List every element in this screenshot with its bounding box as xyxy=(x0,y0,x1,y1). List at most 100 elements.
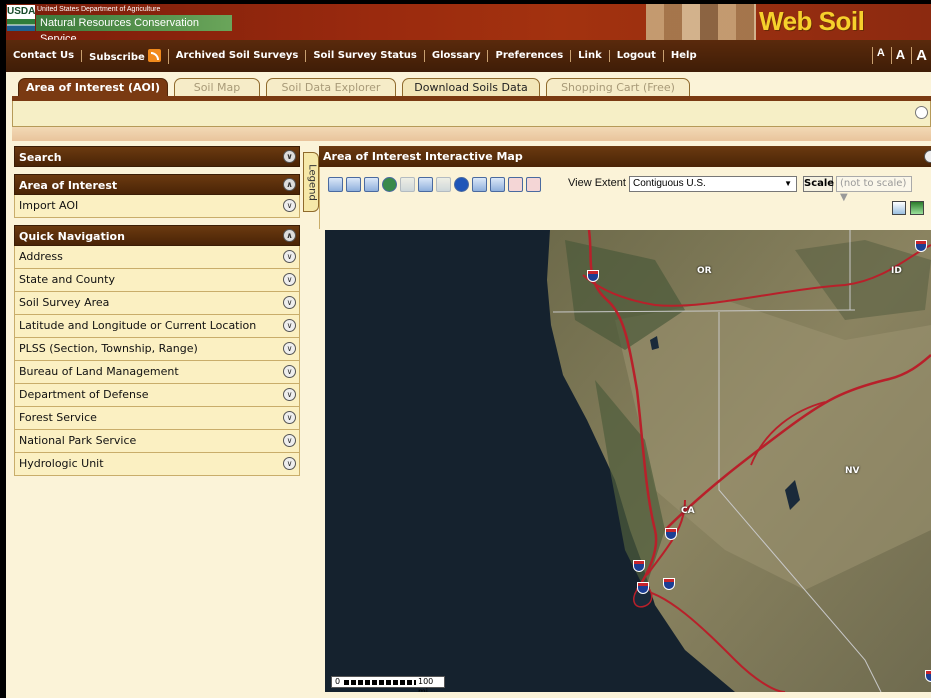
quicknav-item-address[interactable]: Address ∨ xyxy=(14,246,300,269)
measure-ruler-icon[interactable] xyxy=(472,177,487,192)
view-extent-select[interactable]: Contiguous U.S. ▼ xyxy=(629,176,797,192)
font-size-small-button[interactable]: A xyxy=(871,47,889,64)
quicknav-item-dod[interactable]: Department of Defense ∨ xyxy=(14,384,300,407)
state-label-ca: CA xyxy=(681,506,695,516)
info-collapse-icon[interactable] xyxy=(915,106,928,119)
import-aoi-item[interactable]: Import AOI ∨ xyxy=(14,195,300,218)
forward-arrow-icon[interactable] xyxy=(436,177,451,192)
state-label-or: OR xyxy=(697,266,712,276)
aoi-polygon-icon[interactable] xyxy=(526,177,541,192)
chevron-down-icon[interactable]: ∨ xyxy=(283,457,296,470)
quicknav-item-national-park-service[interactable]: National Park Service ∨ xyxy=(14,430,300,453)
search-header[interactable]: Search ∨ xyxy=(14,146,300,167)
scale-value: (not to scale) xyxy=(840,178,907,189)
chevron-down-icon[interactable]: ∨ xyxy=(283,365,296,378)
font-size-large-button[interactable]: A xyxy=(911,47,931,64)
map-panel-header: Area of Interest Interactive Map xyxy=(319,146,931,167)
chevron-down-icon[interactable]: ∨ xyxy=(283,388,296,401)
chevron-down-icon[interactable]: ∨ xyxy=(283,296,296,309)
nav-preferences[interactable]: Preferences xyxy=(488,50,572,62)
legend-tab-label: Legend xyxy=(306,164,318,201)
chevron-down-icon[interactable]: ∨ xyxy=(283,411,296,424)
map-panel-title: Area of Interest Interactive Map xyxy=(323,150,523,163)
chevron-down-icon[interactable]: ∨ xyxy=(283,199,296,212)
nav-glossary[interactable]: Glossary xyxy=(425,50,489,62)
aoi-info-bar xyxy=(12,101,931,127)
scale-select[interactable]: (not to scale) ▼ xyxy=(836,176,912,203)
chevron-down-icon[interactable]: ∨ xyxy=(283,342,296,355)
map-panel: Area of Interest Interactive Map View Ex… xyxy=(319,146,931,694)
scalebar-graphic xyxy=(344,680,416,685)
aoi-header[interactable]: Area of Interest ∧ xyxy=(14,174,300,195)
map-scale-bar: 0 100 mi xyxy=(331,676,445,692)
scalebar-start-label: 0 xyxy=(335,677,341,686)
scalebar-distance-label: 100 mi xyxy=(418,677,434,692)
nav-logout[interactable]: Logout xyxy=(610,50,664,62)
site-banner: USDA United States Department of Agricul… xyxy=(6,4,931,67)
font-size-controls: A A A xyxy=(871,47,931,64)
interstate-shield-icon xyxy=(587,270,599,282)
tab-soil-data-explorer[interactable]: Soil Data Explorer xyxy=(266,78,396,96)
quicknav-item-hydrologic-unit[interactable]: Hydrologic Unit ∨ xyxy=(14,453,300,476)
nav-help[interactable]: Help xyxy=(664,50,704,62)
zoom-out-icon[interactable] xyxy=(346,177,361,192)
top-nav-bar: Contact Us Subscribe Archived Soil Surve… xyxy=(6,40,931,72)
nav-contact-us[interactable]: Contact Us xyxy=(6,50,83,62)
identify-info-icon[interactable] xyxy=(454,177,469,192)
search-header-label: Search xyxy=(19,151,62,164)
font-size-medium-button[interactable]: A xyxy=(890,47,909,64)
usda-department-text: United States Department of Agriculture xyxy=(37,6,161,13)
nav-subscribe[interactable]: Subscribe xyxy=(82,48,169,64)
quicknav-item-state-county[interactable]: State and County ∨ xyxy=(14,269,300,292)
aoi-rectangle-icon[interactable] xyxy=(508,177,523,192)
quicknav-item-plss[interactable]: PLSS (Section, Township, Range) ∨ xyxy=(14,338,300,361)
import-aoi-label: Import AOI xyxy=(19,199,79,212)
quick-navigation-header[interactable]: Quick Navigation ∧ xyxy=(14,225,300,246)
chevron-down-icon[interactable]: ∨ xyxy=(283,319,296,332)
nav-soil-survey-status[interactable]: Soil Survey Status xyxy=(306,50,425,62)
quicknav-item-blm[interactable]: Bureau of Land Management ∨ xyxy=(14,361,300,384)
nav-archived-soil-surveys[interactable]: Archived Soil Surveys xyxy=(169,50,307,62)
quicknav-item-lat-long[interactable]: Latitude and Longitude or Current Locati… xyxy=(14,315,300,338)
chevron-down-icon[interactable]: ∨ xyxy=(283,150,296,163)
tab-soil-map[interactable]: Soil Map xyxy=(174,78,260,96)
list-item-label: PLSS (Section, Township, Range) xyxy=(19,342,198,355)
print-map-icon[interactable] xyxy=(910,201,924,215)
tab-shopping-cart[interactable]: Shopping Cart (Free) xyxy=(546,78,690,96)
nav-subscribe-label: Subscribe xyxy=(89,51,145,63)
quicknav-item-soil-survey-area[interactable]: Soil Survey Area ∨ xyxy=(14,292,300,315)
zoom-to-aoi-icon[interactable] xyxy=(400,177,415,192)
back-arrow-icon[interactable] xyxy=(418,177,433,192)
clear-selection-icon[interactable] xyxy=(490,177,505,192)
list-item-label: Bureau of Land Management xyxy=(19,365,179,378)
chevron-up-icon[interactable]: ∧ xyxy=(283,178,296,191)
usda-logo[interactable]: USDA United States Department of Agricul… xyxy=(6,5,246,45)
legend-tab[interactable]: Legend xyxy=(303,152,319,212)
state-label-nv: NV xyxy=(845,466,860,476)
layers-icon[interactable] xyxy=(892,201,906,215)
state-label-id: ID xyxy=(891,266,902,276)
scale-button[interactable]: Scale xyxy=(803,176,834,192)
list-item-label: State and County xyxy=(19,273,115,286)
left-panel: Search ∨ Area of Interest ∧ Import AOI ∨… xyxy=(14,146,300,686)
nav-link[interactable]: Link xyxy=(571,50,610,62)
map-collapse-icon[interactable] xyxy=(924,150,931,163)
map-toolbar: View Extent Contiguous U.S. ▼ Scale (not… xyxy=(319,167,931,229)
rss-icon[interactable] xyxy=(147,48,161,62)
list-item-label: Soil Survey Area xyxy=(19,296,110,309)
chevron-up-icon[interactable]: ∧ xyxy=(283,229,296,242)
dropdown-arrow-icon: ▼ xyxy=(784,179,792,188)
list-item-label: Address xyxy=(19,250,63,263)
chevron-down-icon[interactable]: ∨ xyxy=(283,273,296,286)
list-item-label: Department of Defense xyxy=(19,388,149,401)
chevron-down-icon[interactable]: ∨ xyxy=(283,250,296,263)
tab-area-of-interest[interactable]: Area of Interest (AOI) xyxy=(18,78,168,98)
interstate-shield-icon xyxy=(633,560,645,572)
zoom-in-icon[interactable] xyxy=(328,177,343,192)
quicknav-item-forest-service[interactable]: Forest Service ∨ xyxy=(14,407,300,430)
chevron-down-icon[interactable]: ∨ xyxy=(283,434,296,447)
tab-download-soils-data[interactable]: Download Soils Data xyxy=(402,78,540,96)
pan-hand-icon[interactable] xyxy=(364,177,379,192)
full-extent-globe-icon[interactable] xyxy=(382,177,397,192)
interactive-map[interactable]: OR ID NV CA 0 100 mi xyxy=(325,230,931,692)
